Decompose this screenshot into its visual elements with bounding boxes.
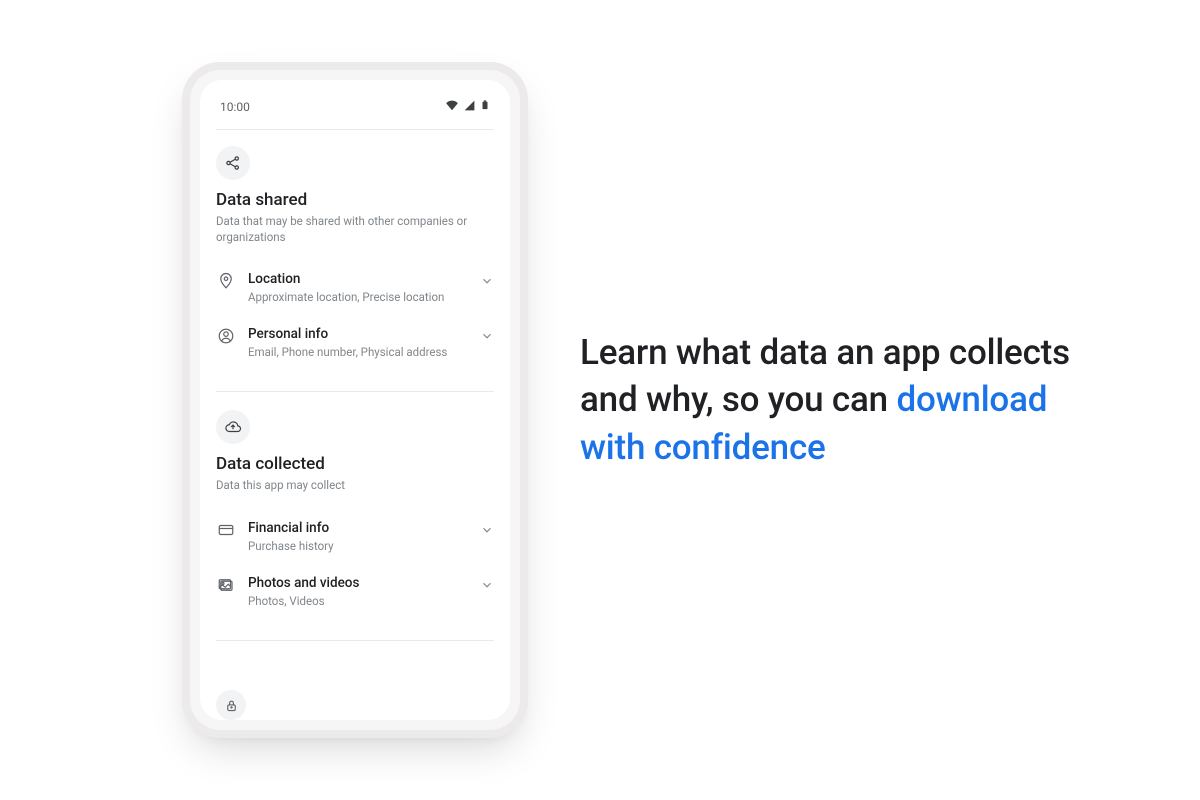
- chevron-down-icon: [480, 271, 494, 292]
- row-title: Personal info: [248, 326, 468, 342]
- section-data-shared: Data shared Data that may be shared with…: [216, 146, 494, 373]
- row-subtitle: Email, Phone number, Physical address: [248, 345, 468, 359]
- section-data-collected: Data collected Data this app may collect…: [216, 410, 494, 622]
- section-subtitle: Data this app may collect: [216, 478, 494, 494]
- chevron-down-icon: [480, 575, 494, 596]
- section-title: Data collected: [216, 454, 494, 474]
- row-title: Location: [248, 271, 468, 287]
- data-row-location[interactable]: Location Approximate location, Precise l…: [216, 263, 494, 318]
- data-row-financial-info[interactable]: Financial info Purchase history: [216, 512, 494, 567]
- divider: [216, 129, 494, 130]
- data-row-personal-info[interactable]: Personal info Email, Phone number, Physi…: [216, 318, 494, 373]
- row-subtitle: Approximate location, Precise location: [248, 290, 468, 304]
- phone-device-frame: 10:00 Data: [190, 70, 520, 730]
- gallery-icon: [216, 575, 236, 594]
- row-subtitle: Photos, Videos: [248, 594, 468, 608]
- credit-card-icon: [216, 520, 236, 539]
- cellular-icon: [463, 99, 476, 115]
- row-subtitle: Purchase history: [248, 539, 468, 553]
- phone-screen: 10:00 Data: [200, 80, 510, 720]
- divider: [216, 640, 494, 641]
- battery-icon: [480, 98, 490, 115]
- data-row-photos-videos[interactable]: Photos and videos Photos, Videos: [216, 567, 494, 622]
- share-icon: [216, 146, 250, 180]
- cloud-upload-icon: [216, 410, 250, 444]
- status-icons: [445, 98, 490, 115]
- location-pin-icon: [216, 271, 236, 290]
- marketing-headline: Learn what data an app collects and why,…: [580, 329, 1120, 471]
- chevron-down-icon: [480, 520, 494, 541]
- row-title: Financial info: [248, 520, 468, 536]
- section-title: Data shared: [216, 190, 494, 210]
- divider: [216, 391, 494, 392]
- status-time: 10:00: [220, 100, 250, 114]
- chevron-down-icon: [480, 326, 494, 347]
- section-subtitle: Data that may be shared with other compa…: [216, 214, 494, 245]
- wifi-icon: [445, 98, 459, 115]
- row-title: Photos and videos: [248, 575, 468, 591]
- person-icon: [216, 326, 236, 345]
- lock-icon: [216, 690, 246, 720]
- status-bar: 10:00: [216, 96, 494, 125]
